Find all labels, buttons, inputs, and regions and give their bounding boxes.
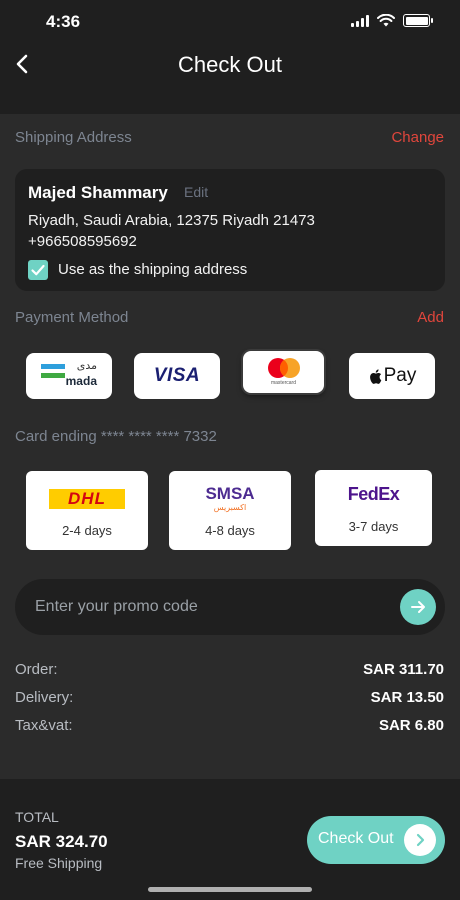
arrow-right-icon <box>411 601 425 613</box>
mada-label: mada <box>65 374 97 388</box>
add-payment-link[interactable]: Add <box>417 309 444 326</box>
page-title: Check Out <box>178 52 282 77</box>
shipping-option-smsa[interactable]: SMSA اكسبريس 4-8 days <box>169 471 291 550</box>
status-time: 4:36 <box>46 12 81 31</box>
dhl-delivery-days: 2-4 days <box>62 523 112 538</box>
checkout-button[interactable]: Check Out <box>307 816 445 864</box>
top-bar: 4:36 Check Out <box>0 0 460 114</box>
order-label: Order: <box>15 661 58 678</box>
apple-icon <box>369 368 381 384</box>
payment-card-apple-pay[interactable]: Pay <box>349 353 435 399</box>
checkmark-icon <box>31 264 45 276</box>
checkout-footer: TOTAL SAR 324.70 Free Shipping Check Out <box>0 779 460 900</box>
edit-address-link[interactable]: Edit <box>184 184 208 200</box>
smsa-arabic-label: اكسبريس <box>213 503 247 512</box>
promo-code-input[interactable] <box>35 579 375 635</box>
delivery-value: SAR 13.50 <box>370 689 444 706</box>
tax-value: SAR 6.80 <box>378 717 444 734</box>
signal-icon <box>351 14 369 27</box>
home-indicator <box>148 887 312 892</box>
apple-pay-label: Pay <box>383 365 417 386</box>
mastercard-label: mastercard <box>270 380 296 386</box>
total-value: SAR 324.70 <box>15 832 108 851</box>
shipping-option-fedex[interactable]: FedEx 3-7 days <box>315 470 432 546</box>
address-line: Riyadh, Saudi Arabia, 12375 Riyadh 21473 <box>28 212 315 229</box>
wifi-icon <box>377 14 395 27</box>
phone-number: +966508595692 <box>28 233 137 250</box>
free-shipping-note: Free Shipping <box>15 855 103 871</box>
fedex-label: FedEx <box>347 484 400 504</box>
order-value: SAR 311.70 <box>363 661 444 678</box>
checkout-button-label: Check Out <box>318 830 394 847</box>
mada-logo: مدى mada <box>41 359 97 391</box>
dhl-logo: DHL <box>49 489 125 509</box>
smsa-logo: SMSA اكسبريس <box>199 485 261 513</box>
shipping-option-dhl[interactable]: DHL 2-4 days <box>26 471 148 550</box>
apply-promo-button[interactable] <box>400 589 436 625</box>
chevron-right-icon <box>416 833 425 847</box>
status-icons <box>351 14 433 27</box>
shipping-address-label: Shipping Address <box>15 129 132 146</box>
delivery-label: Delivery: <box>15 689 74 706</box>
checkout-arrow <box>404 824 436 856</box>
shipping-address-checkbox[interactable] <box>28 260 48 280</box>
recipient-name: Majed Shammary <box>28 183 168 202</box>
change-address-link[interactable]: Change <box>391 129 444 146</box>
mastercard-logo: mastercard <box>264 357 304 387</box>
fedex-logo: FedEx <box>315 484 432 505</box>
mastercard-circles-icon <box>267 358 300 378</box>
payment-card-visa[interactable]: VISA <box>134 353 220 399</box>
checkbox-label: Use as the shipping address <box>58 261 248 278</box>
fedex-delivery-days: 3-7 days <box>348 519 399 534</box>
mada-arabic-label: مدى <box>76 359 97 372</box>
battery-icon <box>403 14 433 27</box>
total-label: TOTAL <box>15 809 59 825</box>
promo-code-bar <box>15 579 445 635</box>
tax-label: Tax&vat: <box>15 717 73 734</box>
payment-card-mastercard[interactable]: mastercard <box>243 351 324 393</box>
payment-method-label: Payment Method <box>15 309 129 326</box>
payment-card-mada[interactable]: مدى mada <box>26 353 112 399</box>
smsa-label: SMSA <box>205 484 255 503</box>
address-card: Majed Shammary Edit Riyadh, Saudi Arabia… <box>15 169 445 291</box>
card-ending-text: Card ending **** **** **** 7332 <box>15 428 217 445</box>
visa-logo: VISA <box>153 365 201 386</box>
dhl-label: DHL <box>68 489 106 508</box>
smsa-delivery-days: 4-8 days <box>205 523 255 538</box>
